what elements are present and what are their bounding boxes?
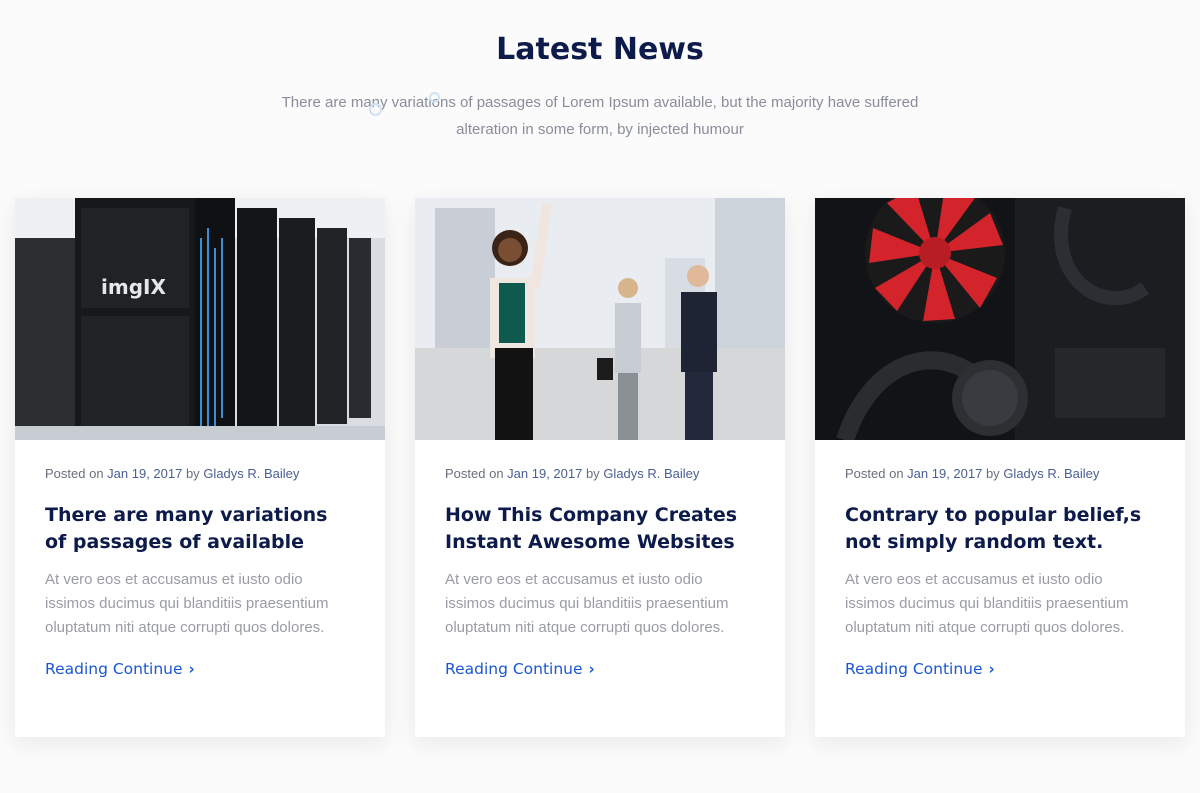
news-card: Posted on Jan 19, 2017 by Gladys R. Bail… — [815, 198, 1185, 737]
card-image-business-people[interactable] — [415, 198, 785, 440]
read-more-label: Reading Continue — [445, 660, 583, 678]
post-author[interactable]: Gladys R. Bailey — [603, 466, 699, 481]
card-title[interactable]: There are many variations of passages of… — [45, 502, 355, 556]
chevron-right-icon: › — [188, 660, 195, 678]
decorative-circle — [369, 103, 382, 116]
read-more-link[interactable]: Reading Continue › — [45, 660, 195, 678]
post-meta: Posted on Jan 19, 2017 by Gladys R. Bail… — [45, 466, 300, 481]
chevron-right-icon: › — [988, 660, 995, 678]
section-title: Latest News — [496, 32, 704, 67]
read-more-link[interactable]: Reading Continue › — [445, 660, 595, 678]
chevron-right-icon: › — [588, 660, 595, 678]
post-date: Jan 19, 2017 — [507, 466, 583, 481]
post-meta: Posted on Jan 19, 2017 by Gladys R. Bail… — [445, 466, 700, 481]
post-date: Jan 19, 2017 — [107, 466, 183, 481]
decorative-circle — [429, 92, 440, 103]
post-author[interactable]: Gladys R. Bailey — [203, 466, 299, 481]
post-date: Jan 19, 2017 — [907, 466, 983, 481]
card-title[interactable]: Contrary to popular belief,s not simply … — [845, 502, 1155, 556]
post-meta: Posted on Jan 19, 2017 by Gladys R. Bail… — [845, 466, 1100, 481]
post-author[interactable]: Gladys R. Bailey — [1003, 466, 1099, 481]
read-more-label: Reading Continue — [845, 660, 983, 678]
read-more-label: Reading Continue — [45, 660, 183, 678]
card-excerpt: At vero eos et accusamus et iusto odio i… — [45, 571, 329, 636]
section-subtitle: There are many variations of passages of… — [281, 94, 919, 138]
server-brand-text: imgIX — [101, 275, 166, 299]
read-more-link[interactable]: Reading Continue › — [845, 660, 995, 678]
card-image-pc-cooling-fan[interactable] — [815, 198, 1185, 440]
news-card: imgIX Posted on Jan 19, 2017 by Gladys R… — [15, 198, 385, 737]
news-card: Posted on Jan 19, 2017 by Gladys R. Bail… — [415, 198, 785, 737]
card-excerpt: At vero eos et accusamus et iusto odio i… — [445, 571, 729, 636]
card-title[interactable]: How This Company Creates Instant Awesome… — [445, 502, 755, 556]
card-excerpt: At vero eos et accusamus et iusto odio i… — [845, 571, 1129, 636]
card-image-server-room[interactable]: imgIX — [15, 198, 385, 440]
